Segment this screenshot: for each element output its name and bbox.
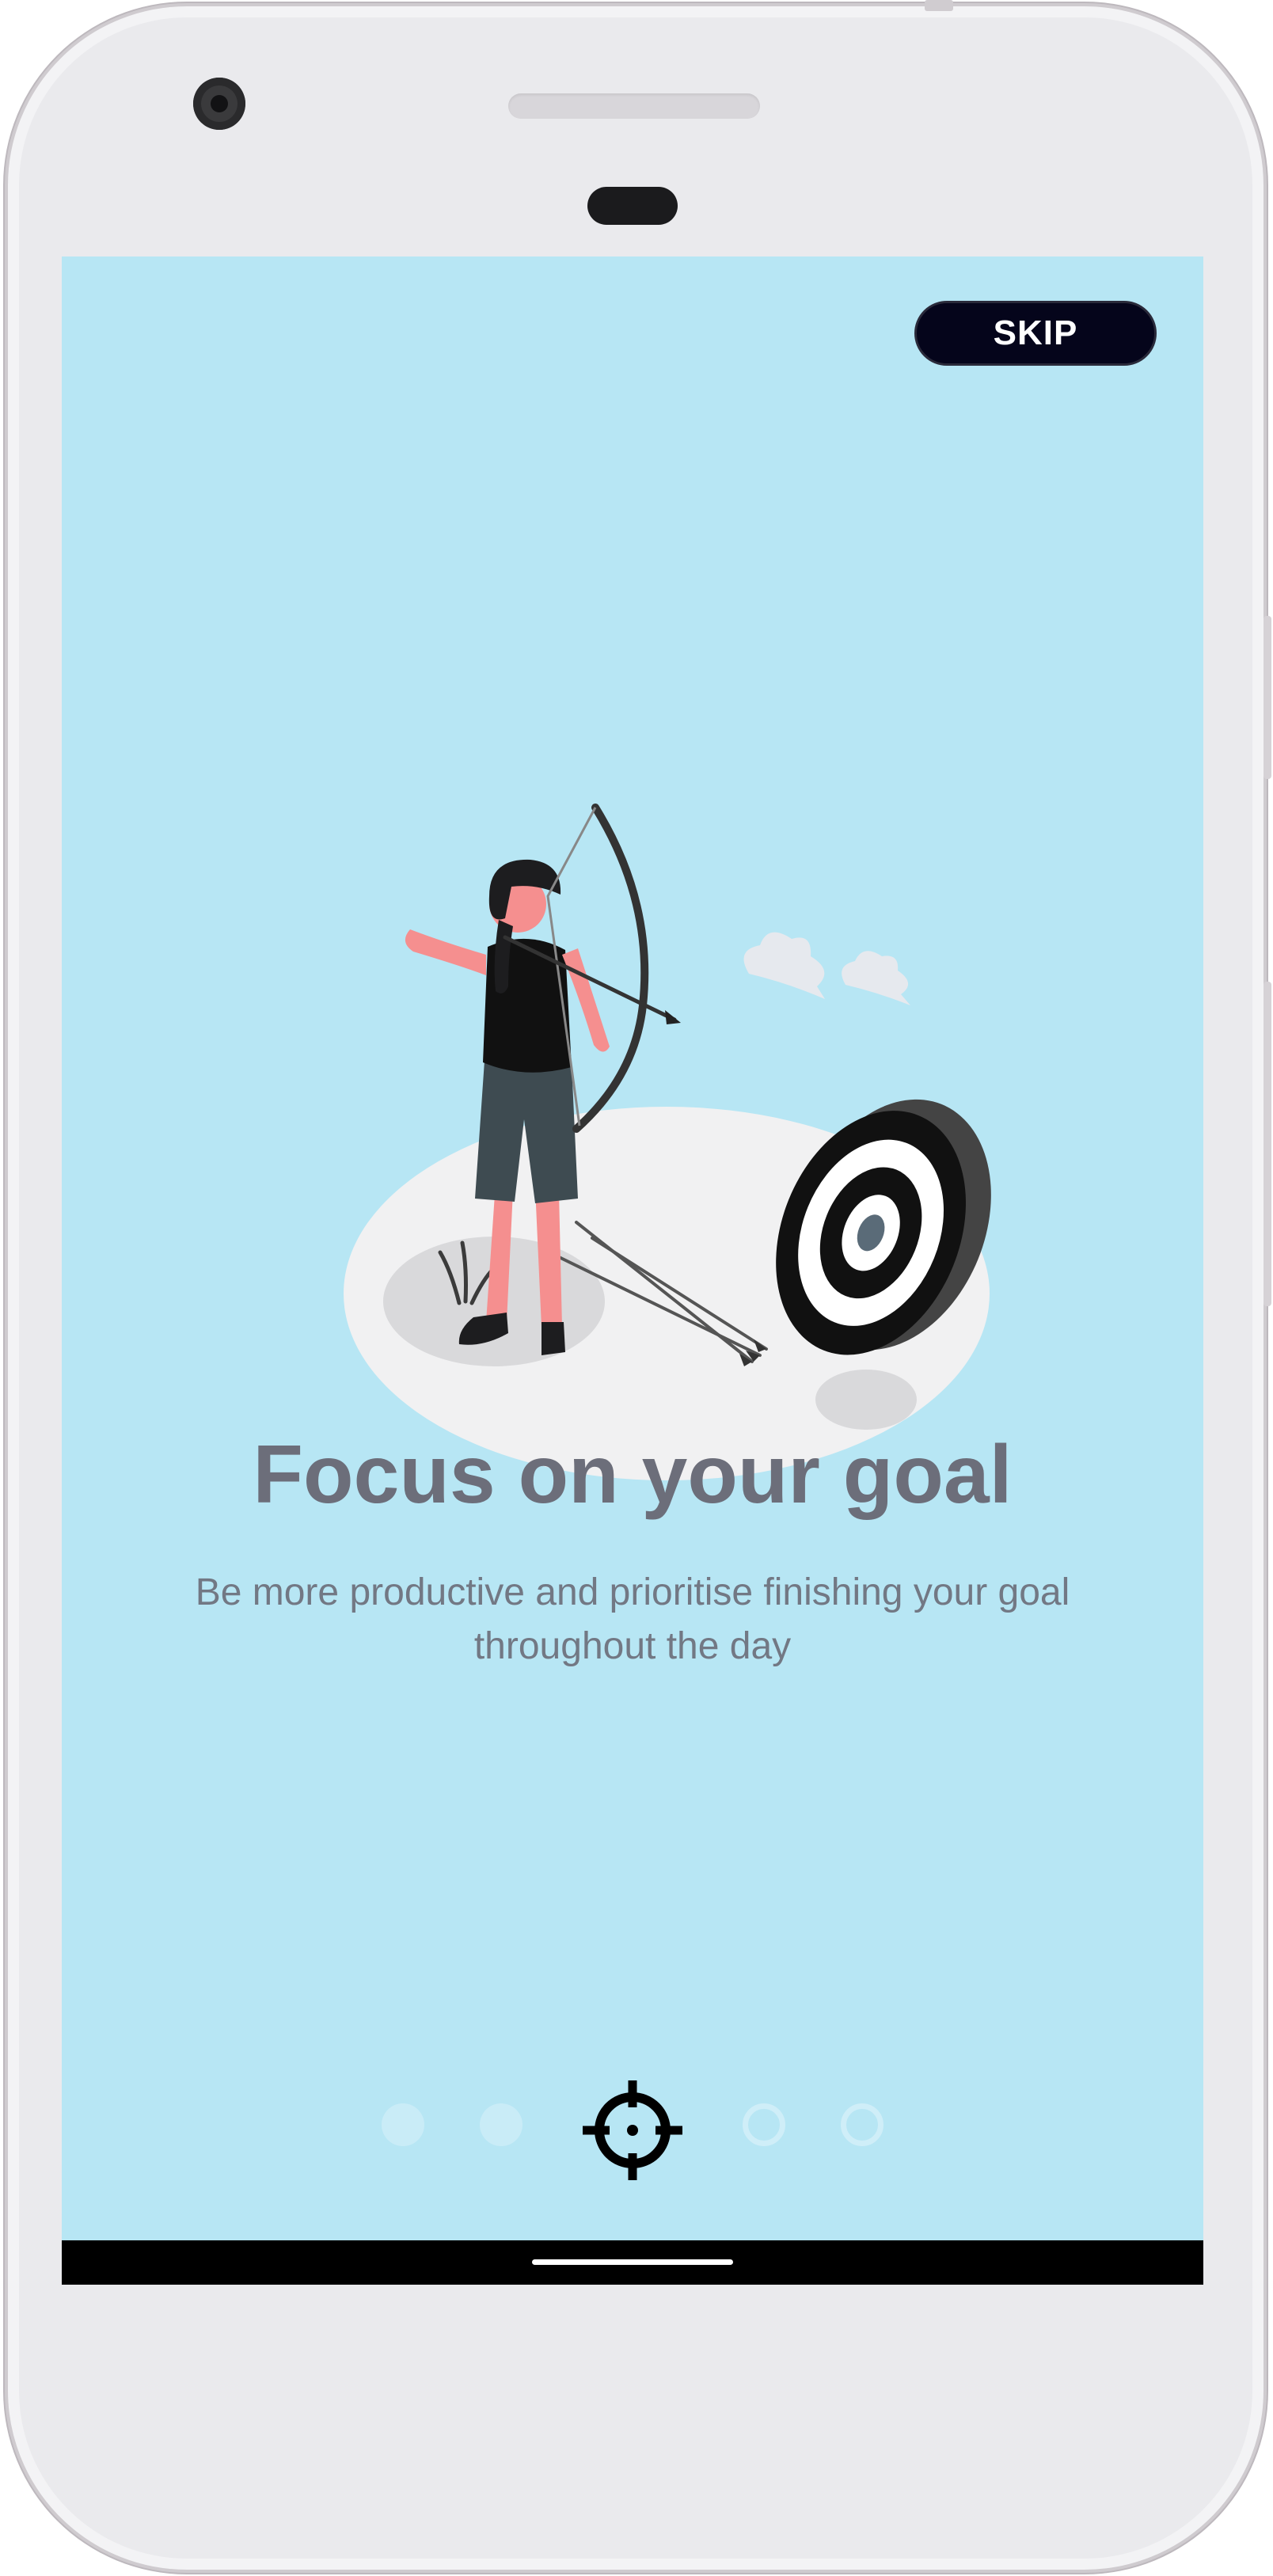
page-dot-5[interactable] (841, 2103, 884, 2146)
front-camera (193, 78, 245, 130)
onboarding-title: Focus on your goal (253, 1429, 1013, 1521)
phone-power-button (1264, 616, 1271, 779)
page-indicator (62, 2069, 1203, 2180)
crosshair-icon (583, 2080, 682, 2180)
onboarding-subtitle: Be more productive and prioritise finish… (195, 1571, 1070, 1667)
skip-button[interactable]: SKIP (914, 301, 1157, 366)
proximity-sensor (587, 187, 678, 225)
phone-volume-button (1264, 982, 1271, 1306)
system-navigation-bar (62, 2240, 1203, 2285)
home-gesture-handle[interactable] (532, 2259, 733, 2265)
earpiece-speaker (508, 93, 760, 119)
phone-top-button (925, 0, 953, 11)
onboarding-screen: SKIP Focus on your goal Be more producti… (62, 256, 1203, 2240)
page-dot-4[interactable] (743, 2103, 785, 2146)
page-dot-2[interactable] (480, 2103, 522, 2146)
page-dot-1[interactable] (382, 2103, 424, 2146)
